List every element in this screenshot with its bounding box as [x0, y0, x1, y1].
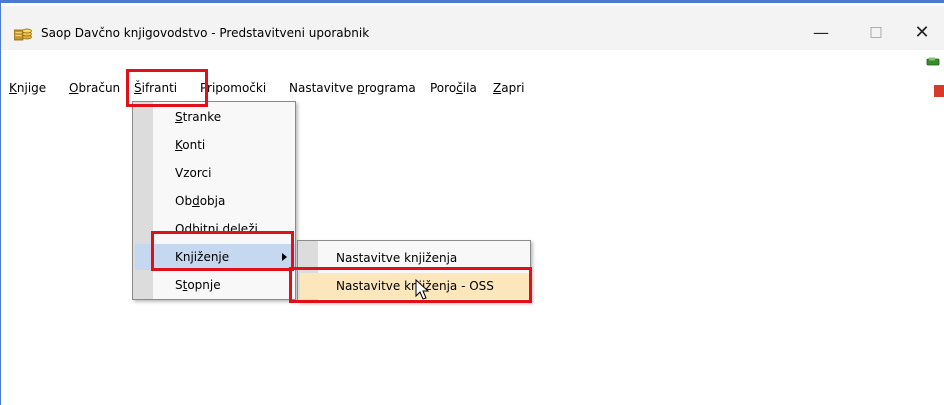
menu-item-konti[interactable]: Konti [153, 132, 295, 158]
submenu-arrow-icon [282, 253, 287, 261]
minimize-button[interactable]: — [798, 14, 844, 50]
menu-item-vzorci[interactable]: Vzorci [153, 160, 295, 186]
sifranti-dropdown: Stranke Konti Vzorci Obdobja Odbitni del… [132, 101, 296, 300]
menu-zapri[interactable]: Zapri [493, 81, 524, 95]
menu-porocila[interactable]: Poročila [430, 81, 477, 95]
arrow-cursor-icon [415, 279, 430, 300]
ledger-coins-icon [14, 28, 32, 41]
submenu-item-nastavitve-knjizenja[interactable]: Nastavitve knjiženja [318, 245, 530, 271]
menu-nastavitve-programa[interactable]: Nastavitve programa [289, 81, 416, 95]
close-button[interactable]: ✕ [899, 14, 944, 50]
menu-knjige[interactable]: Knjige [9, 81, 46, 95]
app-window: Saop Davčno knjigovodstvo - Predstavitve… [0, 0, 944, 405]
maximize-button[interactable]: □ [853, 14, 899, 50]
menu-sifranti[interactable]: Šifranti [134, 81, 177, 95]
menu-item-stopnje[interactable]: Stopnje [153, 272, 295, 298]
menu-item-knjizenje[interactable]: Knjiženje [135, 244, 295, 270]
menu-item-knjizenje-label: Knjiženje [175, 250, 230, 264]
menu-bar: Knjige Obračun Šifranti Pripomočki Nasta… [1, 75, 944, 101]
menu-obracun[interactable]: Obračun [69, 81, 120, 95]
menu-item-stranke[interactable]: Stranke [153, 104, 295, 130]
window-title: Saop Davčno knjigovodstvo - Predstavitve… [41, 26, 370, 40]
menu-pripomocki[interactable]: Pripomočki [200, 81, 266, 95]
toolbar-book-icon[interactable] [926, 57, 940, 67]
menu-item-obdobja[interactable]: Obdobja [153, 188, 295, 214]
title-bar[interactable]: Saop Davčno knjigovodstvo - Predstavitve… [1, 6, 944, 50]
menu-item-odbitni-delezi[interactable]: Odbitni deleži [153, 216, 295, 242]
knjizenje-submenu: Nastavitve knjiženja Nastavitve knjiženj… [297, 240, 531, 302]
